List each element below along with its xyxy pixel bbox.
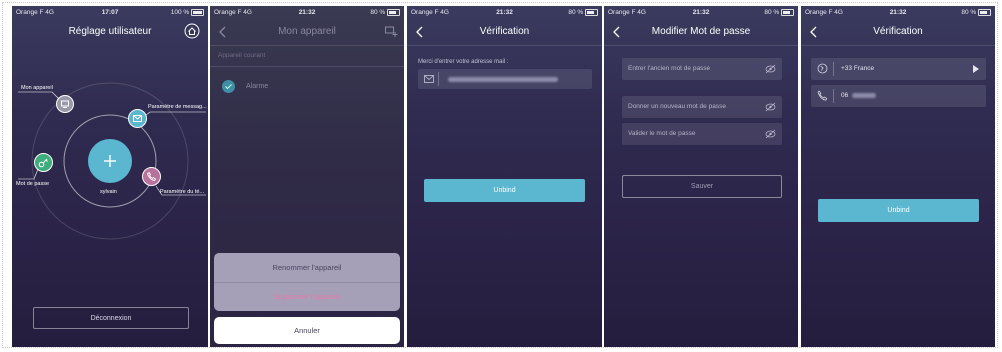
battery-icon [387,9,400,16]
page-title: Mon appareil [278,26,336,37]
save-button[interactable]: Sauver [622,175,782,198]
battery-icon [191,9,204,16]
device-icon [61,100,69,108]
device-row[interactable]: Alarme [210,78,404,96]
username: sylvain [100,189,117,195]
label-my-device: Mon appareil [21,85,53,91]
battery-icon [978,9,991,16]
eye-off-icon[interactable] [765,129,776,139]
password-button[interactable] [34,153,53,172]
screen-verification-email: Orange F 4G 21:32 80 % Vérification Merc… [407,6,602,347]
screen-verification-phone: Orange F 4G 21:32 80 % Vérification +33 … [801,6,995,347]
cancel-button[interactable]: Annuler [214,317,400,344]
status-bar: Orange F 4G 21:32 80 % [604,8,798,18]
message-settings-button[interactable] [128,109,147,128]
my-device-button[interactable] [56,95,74,113]
unbind-button[interactable]: Unbind [424,179,585,202]
rename-device-option[interactable]: Renommer l'appareil [214,253,400,283]
phone-value-redacted [852,93,876,98]
country-selector[interactable]: +33 France [811,58,986,80]
nav-bar: Mon appareil [210,22,404,44]
battery-status: 80 % [961,9,991,16]
battery-status: 80 % [568,9,598,16]
battery-icon [585,9,598,16]
battery-percent: 100 % [170,9,190,17]
phone-icon [817,90,828,101]
battery-status: 80 % [764,9,794,16]
chevron-right-icon [973,65,979,73]
mail-icon [133,115,142,122]
key-icon [38,158,48,168]
confirm-password-field[interactable]: Valider le mot de passe [622,123,782,145]
selected-check-icon [222,80,235,93]
phone-prefix: 06 [841,92,849,99]
divider [801,45,995,46]
email-prompt: Merci d'entrer votre adresse mail : [418,59,509,65]
logout-button[interactable]: Déconnexion [33,307,189,329]
status-bar: Orange F 4G 17:07 100 % [12,8,208,18]
action-sheet: Renommer l'appareil Supprimer l'appareil [214,253,400,311]
home-icon[interactable] [184,23,200,39]
battery-icon [781,9,794,16]
eye-off-icon[interactable] [765,102,776,112]
nav-bar: Réglage utilisateur [12,22,208,44]
mail-icon [424,75,434,83]
delete-device-option[interactable]: Supprimer l'appareil [214,282,400,311]
phone-icon [146,171,157,181]
page-title: Modifier Mot de passe [651,26,751,37]
nav-bar: Vérification [407,22,602,44]
divider [407,45,602,46]
battery-status: 80 % [370,9,400,16]
new-password-placeholder: Donner un nouveau mot de passe [628,103,726,110]
battery-percent: 80 % [568,9,584,17]
phone-settings-button[interactable] [142,167,161,186]
status-bar: Orange F 4G 21:32 80 % [801,8,995,18]
screen-my-device: Orange F 4G 21:32 80 % Mon appareil Appa… [210,6,404,347]
label-message-settings: Paramètre de messag... [148,104,207,110]
add-device-button[interactable] [88,139,132,183]
device-name: Alarme [246,83,269,90]
page-title: Vérification [479,26,530,37]
status-bar: Orange F 4G 21:32 80 % [210,8,404,18]
new-password-field[interactable]: Donner un nouveau mot de passe [622,96,782,118]
screen-user-settings: Orange F 4G 17:07 100 % Réglage utilisat… [12,6,208,347]
old-password-field[interactable]: Entrer l'ancien mot de passe [622,58,782,80]
divider [604,45,798,46]
divider [210,66,404,67]
phone-field[interactable]: 06 [811,85,986,107]
battery-percent: 80 % [961,9,977,17]
battery-percent: 80 % [370,9,386,17]
nav-bar: Modifier Mot de passe [604,22,798,44]
email-field[interactable] [418,69,592,89]
confirm-password-placeholder: Valider le mot de passe [628,130,696,137]
add-device-icon[interactable] [384,24,398,38]
screen-change-password: Orange F 4G 21:32 80 % Modifier Mot de p… [604,6,798,347]
eye-off-icon[interactable] [765,64,776,74]
battery-percent: 80 % [764,9,780,17]
unbind-button[interactable]: Unbind [818,199,979,222]
nav-bar: Vérification [801,22,995,44]
label-password: Mot de passe [16,181,50,187]
email-value-redacted [448,77,558,82]
globe-icon [817,63,828,74]
status-bar: Orange F 4G 21:32 80 % [407,8,602,18]
section-header: Appareil courant [218,52,266,59]
page-title: Réglage utilisateur [68,26,152,37]
battery-status: 100 % [171,9,204,16]
divider [210,45,404,46]
plus-icon [104,155,116,167]
page-title: Vérification [873,26,923,37]
old-password-placeholder: Entrer l'ancien mot de passe [628,65,711,72]
country-value: +33 France [841,65,875,72]
label-phone-settings: Paramètre du té... [160,189,205,195]
